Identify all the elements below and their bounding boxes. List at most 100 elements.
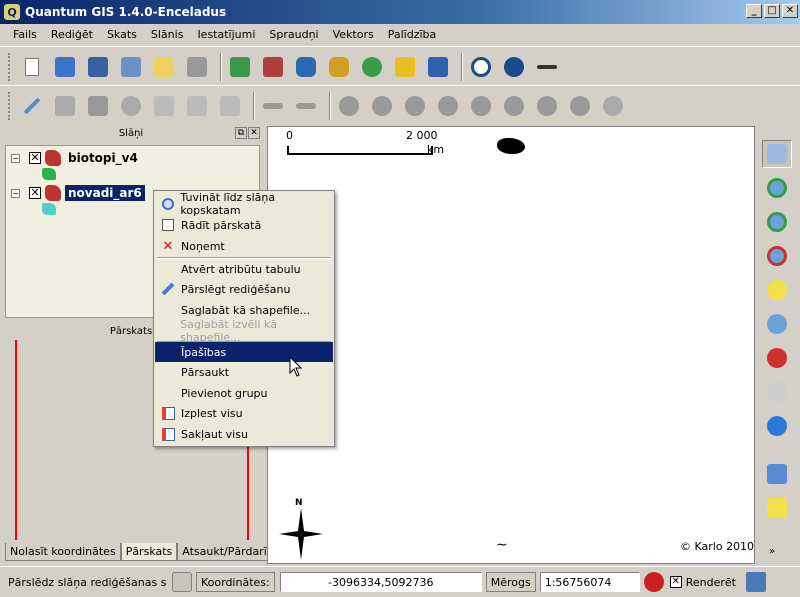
tab-overview[interactable]: Pārskats [120, 543, 178, 561]
menu-item-properties[interactable]: Īpašības [155, 342, 333, 362]
save-project-button[interactable] [84, 53, 112, 81]
menu-layer[interactable]: Slānis [144, 28, 191, 41]
pan-button[interactable] [762, 140, 792, 168]
layer-label[interactable]: novadi_ar6 [65, 185, 145, 201]
add-vector-layer-icon [230, 56, 250, 77]
projection-icon[interactable] [745, 572, 766, 592]
add-island-button[interactable] [401, 92, 429, 120]
stop-render-icon[interactable] [643, 572, 664, 592]
tab-coordinate-capture[interactable]: Nolasīt koordinātes [5, 543, 121, 561]
refresh-button[interactable] [762, 412, 792, 440]
layer-row-biotopi[interactable]: − ✕ biotopi_v4 [6, 148, 259, 168]
menu-vector[interactable]: Vektors [326, 28, 381, 41]
rotate-point-symbols-button[interactable] [599, 92, 627, 120]
north-arrow-button[interactable] [500, 53, 528, 81]
print-button[interactable] [183, 53, 211, 81]
open-project-button[interactable] [51, 53, 79, 81]
menu-view[interactable]: Skats [100, 28, 144, 41]
render-checkbox[interactable]: ✕ [669, 576, 682, 588]
menu-item-remove[interactable]: ✕ Noņemt [155, 236, 333, 256]
new-vector-layer-button[interactable] [391, 53, 419, 81]
zoom-last-button[interactable] [762, 344, 792, 372]
layer-expander[interactable]: − [11, 188, 20, 198]
reshape-features-button[interactable] [500, 92, 528, 120]
toolbar-overflow-icon[interactable]: » [769, 546, 775, 557]
node-tool-button[interactable] [84, 92, 112, 120]
float-dock-button[interactable]: ⧉ [235, 127, 247, 139]
map-canvas[interactable] [267, 126, 755, 564]
close-dock-button[interactable]: ✕ [248, 127, 260, 139]
scale-field[interactable]: 1:56756074 [539, 572, 640, 592]
toolbar-grip[interactable] [8, 52, 12, 81]
toolbar-separator [220, 52, 222, 81]
layer-visibility-checkbox[interactable]: ✕ [29, 152, 41, 164]
menu-file[interactable]: Fails [6, 28, 44, 41]
minimize-button[interactable]: _ [746, 4, 762, 18]
delete-ring-icon [438, 95, 458, 116]
delete-part-button[interactable] [467, 92, 495, 120]
menu-item-save-as-shapefile[interactable]: Saglabāt kā shapefile... [155, 300, 333, 320]
add-postgis-layer-button[interactable] [292, 53, 320, 81]
zoom-in-button[interactable] [762, 174, 792, 202]
layer-context-menu: Tuvināt līdz slāņa kopskatam Rādīt pārsk… [153, 190, 335, 447]
paste-features-button[interactable] [216, 92, 244, 120]
menu-item-add-group[interactable]: Pievienot grupu [155, 383, 333, 403]
add-spatialite-layer-button[interactable] [325, 53, 353, 81]
remove-layer-button[interactable] [424, 53, 452, 81]
select-features-button[interactable] [762, 494, 792, 522]
zoom-actual-button[interactable] [762, 378, 792, 406]
add-ring-button[interactable] [368, 92, 396, 120]
menu-item-rename[interactable]: Pārsaukt [155, 362, 333, 382]
maximize-button[interactable]: □ [764, 4, 780, 18]
layer-visibility-checkbox[interactable]: ✕ [29, 187, 41, 199]
north-label: N [295, 498, 303, 508]
new-print-composer-button[interactable] [150, 53, 178, 81]
toggle-editing-button[interactable] [18, 92, 46, 120]
menu-item-zoom-to-layer[interactable]: Tuvināt līdz slāņa kopskatam [155, 191, 333, 217]
menu-settings[interactable]: Iestatījumi [190, 28, 262, 41]
move-feature-button[interactable] [51, 92, 79, 120]
menu-help[interactable]: Palīdzība [381, 28, 444, 41]
zoom-out-button[interactable] [762, 208, 792, 236]
add-raster-layer-button[interactable] [259, 53, 287, 81]
menu-item-show-in-overview[interactable]: Rādīt pārskatā [155, 215, 333, 235]
simplify-feature-button[interactable] [335, 92, 363, 120]
menu-item-toggle-editing[interactable]: Pārslēgt rediģēšanu [155, 279, 333, 299]
pan-icon [767, 144, 787, 164]
add-wms-layer-button[interactable] [358, 53, 386, 81]
scale-bar-button[interactable] [533, 53, 561, 81]
copyright-label-button[interactable] [467, 53, 495, 81]
layer-label[interactable]: biotopi_v4 [65, 150, 141, 166]
toolbar-grip[interactable] [8, 91, 12, 120]
delete-ring-button[interactable] [434, 92, 462, 120]
copy-features-button[interactable] [183, 92, 211, 120]
vector-layer-icon [45, 185, 61, 201]
pencil-icon [160, 281, 176, 297]
coordinates-field[interactable]: -3096334,5092736 [279, 572, 482, 592]
menu-item-open-attribute-table[interactable]: Atvērt atribūtu tabulu [155, 259, 333, 279]
identify-button[interactable] [762, 460, 792, 488]
menu-item-expand-all[interactable]: Izplest visu [155, 403, 333, 423]
toolbar-separator [329, 91, 331, 120]
undo-button[interactable] [259, 92, 287, 120]
node-tool-icon [88, 95, 108, 116]
save-as-button[interactable] [117, 53, 145, 81]
menu-item-collapse-all[interactable]: Sakļaut visu [155, 424, 333, 444]
zoom-to-layer-button[interactable] [762, 310, 792, 338]
cut-features-button[interactable] [150, 92, 178, 120]
zoom-to-selection-button[interactable] [762, 276, 792, 304]
new-project-button[interactable] [18, 53, 46, 81]
split-features-button[interactable] [533, 92, 561, 120]
redo-button[interactable] [292, 92, 320, 120]
menu-plugins[interactable]: Spraudņi [262, 28, 325, 41]
tab-undo-redo[interactable]: Atsaukt/Pārdarīt [177, 543, 277, 561]
add-vector-layer-button[interactable] [226, 53, 254, 81]
zoom-full-button[interactable] [762, 242, 792, 270]
merge-features-button[interactable] [566, 92, 594, 120]
toggle-editing-icon [23, 97, 41, 114]
delete-selected-button[interactable] [117, 92, 145, 120]
coordinate-toggle-icon[interactable] [172, 572, 192, 592]
close-button[interactable]: ✕ [782, 4, 798, 18]
layer-expander[interactable]: − [11, 153, 20, 163]
menu-edit[interactable]: Rediģēt [44, 28, 100, 41]
